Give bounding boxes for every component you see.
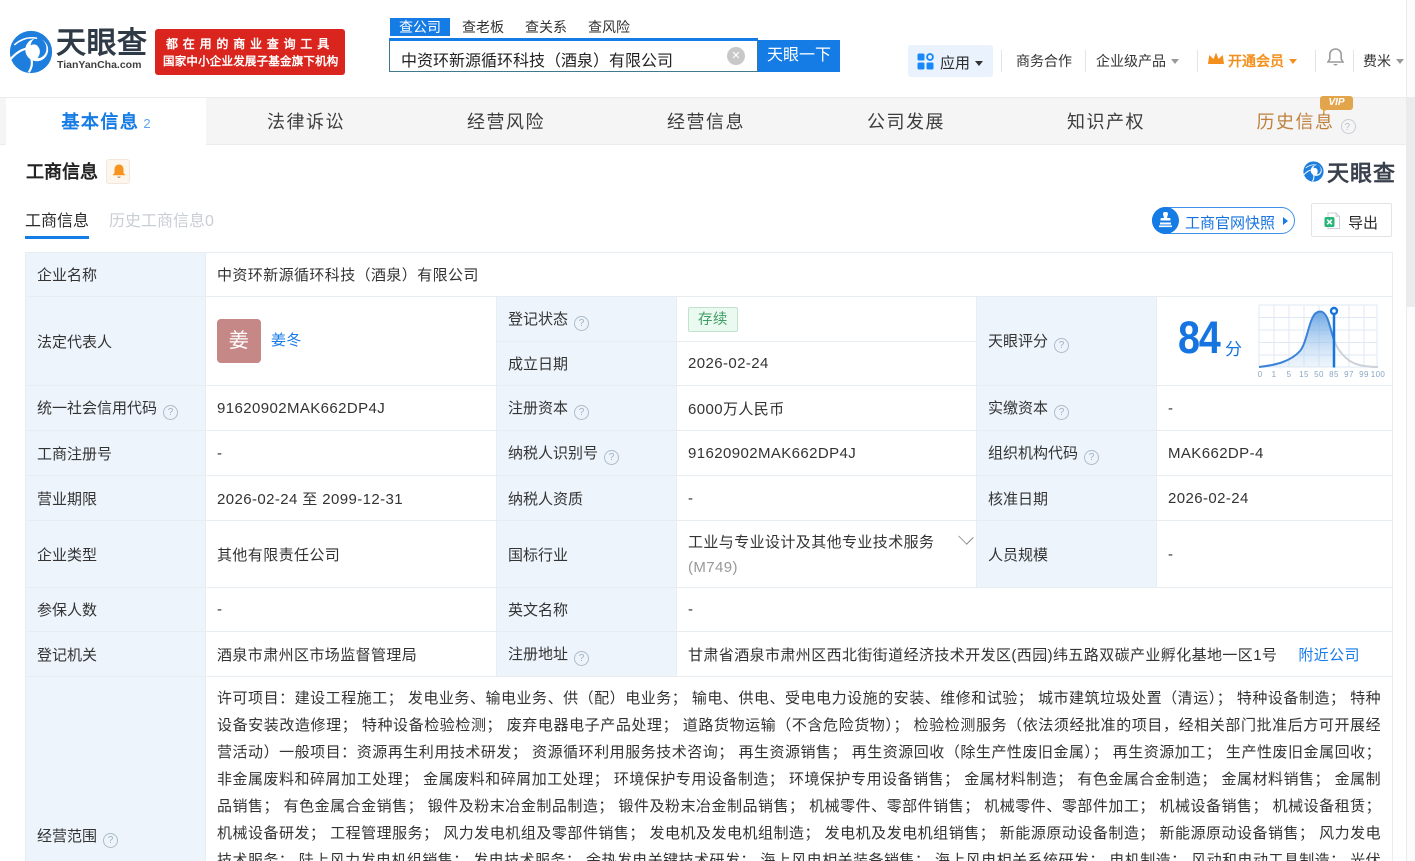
svg-text:97: 97 [1344,370,1354,379]
svg-text:0: 0 [1258,370,1263,379]
svg-text:85: 85 [1329,370,1339,379]
svg-text:5: 5 [1287,370,1292,379]
svg-text:99: 99 [1359,370,1369,379]
svg-text:1: 1 [1272,370,1277,379]
svg-text:50: 50 [1314,370,1324,379]
svg-text:15: 15 [1299,370,1309,379]
svg-text:100: 100 [1371,370,1385,379]
